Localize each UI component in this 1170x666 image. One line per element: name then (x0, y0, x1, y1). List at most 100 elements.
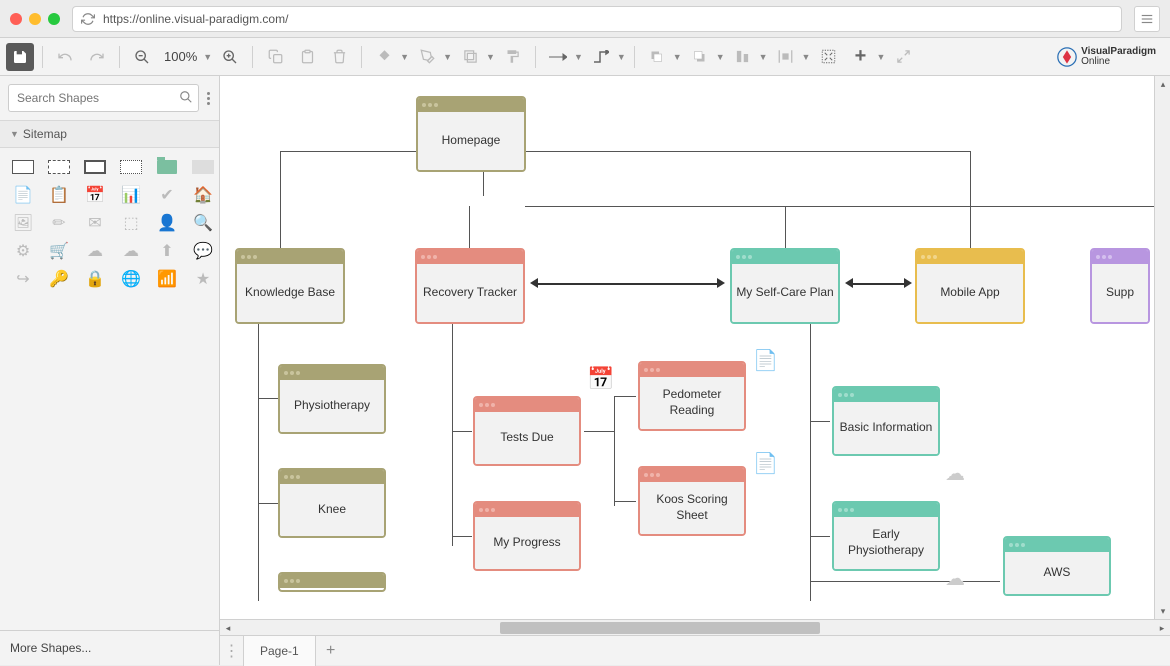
add-page-button[interactable]: + (316, 636, 346, 666)
logo-icon (1057, 47, 1077, 67)
shape-cloud-icon[interactable]: ☁ (82, 242, 108, 260)
shape-search-icon[interactable]: 🔍 (190, 214, 216, 232)
shape-chart-icon[interactable]: 📊 (118, 186, 144, 204)
node-knowledge-base[interactable]: Knowledge Base (235, 248, 345, 324)
paste-button[interactable] (293, 43, 321, 71)
sidebar-options-icon[interactable] (205, 92, 211, 105)
stroke-color-button[interactable] (413, 43, 441, 71)
hamburger-menu-icon[interactable] (1134, 6, 1160, 32)
align-button[interactable] (729, 43, 757, 71)
shape-cart-icon[interactable]: 🛒 (46, 242, 72, 260)
shape-key-icon[interactable]: 🔑 (46, 270, 72, 288)
maximize-window-icon[interactable] (48, 13, 60, 25)
page-tabs: ⋮ Page-1 + (220, 635, 1170, 665)
format-painter-button[interactable] (499, 43, 527, 71)
redo-button[interactable] (83, 43, 111, 71)
to-back-button[interactable] (686, 43, 714, 71)
tab-page-1[interactable]: Page-1 (244, 636, 316, 666)
scroll-right-icon[interactable]: ▸ (1154, 620, 1170, 636)
node-partial[interactable] (278, 572, 386, 592)
shape-document-icon[interactable]: 📄 (10, 186, 36, 204)
scroll-left-icon[interactable]: ◂ (220, 620, 236, 636)
copy-button[interactable] (261, 43, 289, 71)
connector-style-button[interactable] (544, 43, 572, 71)
waypoint-button[interactable] (587, 43, 615, 71)
node-pedometer[interactable]: Pedometer Reading (638, 361, 746, 431)
node-knee[interactable]: Knee (278, 468, 386, 538)
browser-chrome: https://online.visual-paradigm.com/ (0, 0, 1170, 38)
shape-check-icon[interactable]: ✔ (154, 186, 180, 204)
scroll-up-icon[interactable]: ▴ (1155, 76, 1170, 92)
zoom-out-button[interactable] (128, 43, 156, 71)
search-icon[interactable] (179, 90, 193, 104)
shape-globe-icon[interactable]: 🌐 (118, 270, 144, 288)
canvas[interactable]: Homepage Knowledge Base Recovery Tracker… (220, 76, 1170, 619)
shape-org-icon[interactable]: ⬚ (118, 214, 144, 232)
delete-button[interactable] (325, 43, 353, 71)
url-bar[interactable]: https://online.visual-paradigm.com/ (72, 6, 1122, 32)
node-physiotherapy[interactable]: Physiotherapy (278, 364, 386, 434)
minimize-window-icon[interactable] (29, 13, 41, 25)
shape-mail-icon[interactable]: ✉ (82, 214, 108, 232)
node-mobile-app[interactable]: Mobile App (915, 248, 1025, 324)
shape-exit-icon[interactable]: ↪ (10, 270, 36, 288)
document-icon: 📄 (753, 451, 778, 476)
close-window-icon[interactable] (10, 13, 22, 25)
shape-rect[interactable] (10, 158, 36, 176)
save-button[interactable] (6, 43, 34, 71)
node-my-progress[interactable]: My Progress (473, 501, 581, 571)
sidebar: ▼ Sitemap 📄 📋 📅 📊 ✔ 🏠 🖼 ✏ ✉ ⬚ 👤 🔍 ⚙ 🛒 ☁ (0, 76, 220, 665)
shape-home-icon[interactable]: 🏠 (190, 186, 216, 204)
to-front-button[interactable] (643, 43, 671, 71)
shape-cloud2-icon[interactable]: ☁ (118, 242, 144, 260)
shape-copy-icon[interactable]: 📋 (46, 186, 72, 204)
shape-rect-dashed[interactable] (46, 158, 72, 176)
distribute-button[interactable] (772, 43, 800, 71)
more-shapes-button[interactable]: More Shapes... (0, 630, 219, 665)
vertical-scrollbar[interactable]: ▴ ▾ (1154, 76, 1170, 619)
shadow-button[interactable] (456, 43, 484, 71)
refresh-icon[interactable] (81, 12, 95, 26)
node-support[interactable]: Supp (1090, 248, 1150, 324)
node-homepage[interactable]: Homepage (416, 96, 526, 172)
shape-upload-icon[interactable]: ⬆ (154, 242, 180, 260)
shape-chat-icon[interactable]: 💬 (190, 242, 216, 260)
logo-line2: Online (1081, 56, 1110, 67)
node-basic-info[interactable]: Basic Information (832, 386, 940, 456)
horizontal-scrollbar[interactable]: ◂ ▸ (220, 619, 1170, 635)
node-tests-due[interactable]: Tests Due (473, 396, 581, 466)
shape-user-icon[interactable]: 👤 (154, 214, 180, 232)
node-koos[interactable]: Koos Scoring Sheet (638, 466, 746, 536)
shape-folder[interactable] (154, 158, 180, 176)
cloud-icon: ☁ (945, 461, 965, 486)
shape-calendar-icon[interactable]: 📅 (82, 186, 108, 204)
document-icon: 📄 (753, 348, 778, 373)
shape-lock-icon[interactable]: 🔒 (82, 270, 108, 288)
search-shapes-input[interactable] (8, 84, 199, 112)
add-button[interactable]: + (846, 43, 874, 71)
shape-rect-thick[interactable] (82, 158, 108, 176)
scroll-down-icon[interactable]: ▾ (1155, 603, 1170, 619)
node-early-physio[interactable]: Early Physiotherapy (832, 501, 940, 571)
fit-page-button[interactable] (814, 43, 842, 71)
shape-gear-icon[interactable]: ⚙ (10, 242, 36, 260)
expand-button[interactable] (889, 43, 917, 71)
shape-rect-dotted[interactable] (118, 158, 144, 176)
shape-rss-icon[interactable]: 📶 (154, 270, 180, 288)
node-aws[interactable]: AWS (1003, 536, 1111, 596)
shape-gray[interactable] (190, 158, 216, 176)
shape-pencil-icon[interactable]: ✏ (46, 214, 72, 232)
undo-button[interactable] (51, 43, 79, 71)
shape-image-icon[interactable]: 🖼 (10, 214, 36, 232)
node-self-care-plan[interactable]: My Self-Care Plan (730, 248, 840, 324)
category-sitemap[interactable]: ▼ Sitemap (0, 120, 219, 148)
zoom-caret-icon[interactable]: ▼ (203, 52, 212, 62)
shape-star-icon[interactable]: ★ (190, 270, 216, 288)
zoom-level[interactable]: 100% (160, 49, 201, 64)
scrollbar-thumb[interactable] (500, 622, 820, 634)
zoom-in-button[interactable] (216, 43, 244, 71)
node-recovery-tracker[interactable]: Recovery Tracker (415, 248, 525, 324)
fill-color-button[interactable] (370, 43, 398, 71)
category-label: Sitemap (23, 127, 67, 141)
tab-grip-icon[interactable]: ⋮ (220, 636, 244, 666)
